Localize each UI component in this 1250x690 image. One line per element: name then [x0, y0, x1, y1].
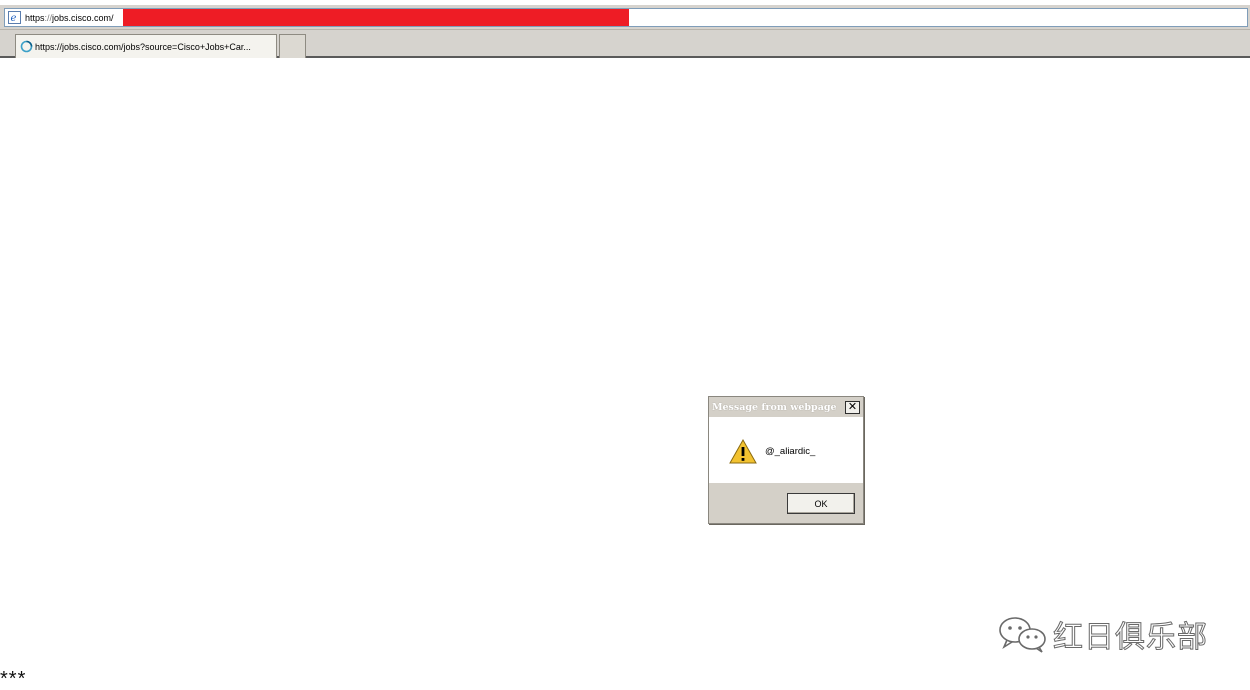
wechat-icon [995, 614, 1051, 654]
close-icon[interactable]: ✕ [845, 401, 860, 414]
redaction-bar [123, 9, 629, 26]
tab-jobs-cisco[interactable]: https://jobs.cisco.com/jobs?source=Cisco… [15, 34, 277, 58]
alert-dialog: Message from webpage ✕ @_aliardic_ OK [708, 396, 864, 524]
watermark-text: 红日俱乐部 [1053, 620, 1208, 656]
dialog-footer: OK [709, 483, 863, 523]
dialog-body: @_aliardic_ [709, 417, 863, 483]
dialog-titlebar[interactable]: Message from webpage ✕ [709, 397, 863, 417]
dialog-message: @_aliardic_ [765, 446, 816, 457]
watermark: 红日俱乐部 [995, 612, 1208, 656]
browser-window: e https://jobs.cisco.com/ https://jobs.c… [0, 0, 1250, 690]
url-host: jobs.cisco.com/ [52, 12, 114, 23]
svg-text:e: e [10, 13, 16, 24]
url-scheme: https [25, 12, 45, 23]
tab-strip: https://jobs.cisco.com/jobs?source=Cisco… [0, 30, 1250, 58]
ok-button[interactable]: OK [787, 493, 855, 514]
dialog-title: Message from webpage [712, 401, 837, 413]
footer-stars: *** [0, 668, 27, 690]
tab-title: https://jobs.cisco.com/jobs?source=Cisco… [35, 41, 251, 52]
url-separator: :// [44, 12, 53, 23]
address-field[interactable]: e https://jobs.cisco.com/ [4, 8, 1248, 27]
ie-page-icon: e [7, 11, 21, 25]
loading-spinner-icon [20, 40, 33, 53]
address-bar: e https://jobs.cisco.com/ [0, 5, 1250, 30]
warning-icon [729, 438, 757, 469]
new-tab-button[interactable] [279, 34, 306, 58]
url-text: https://jobs.cisco.com/ [25, 13, 114, 23]
